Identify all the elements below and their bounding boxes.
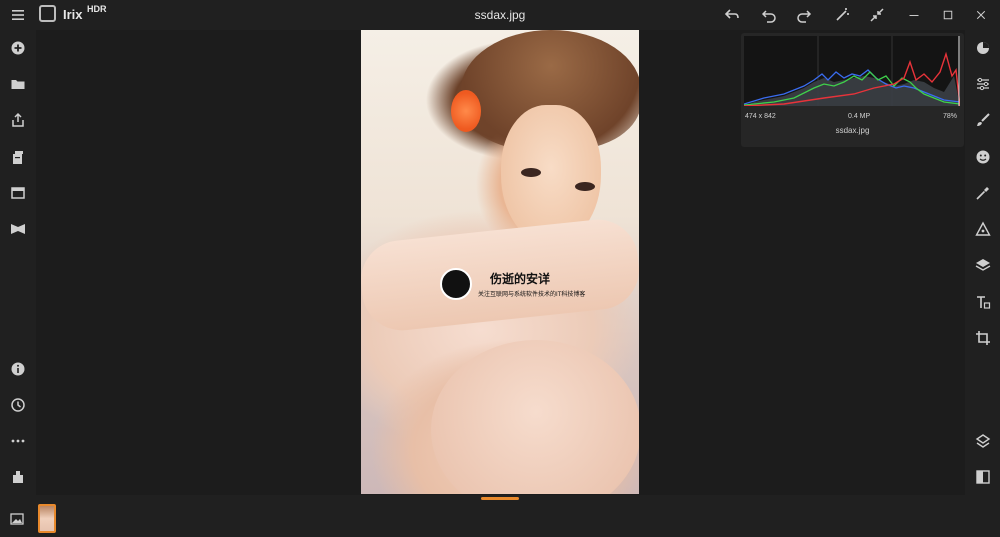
undo-all-icon[interactable] [722,5,742,25]
compare-icon[interactable] [8,219,28,239]
plugin-icon[interactable] [8,467,28,487]
export-icon[interactable] [8,110,28,130]
app-suffix: HDR [87,4,107,14]
magic-wand-icon[interactable] [832,5,852,25]
batch-icon[interactable] [8,147,28,167]
add-icon[interactable] [8,38,28,58]
text-icon[interactable] [973,292,993,312]
left-toolbar [0,30,36,495]
app-name: Irix [63,7,83,22]
menu-icon[interactable] [10,7,26,23]
close-icon[interactable] [971,5,991,25]
history-icon[interactable] [8,395,28,415]
histogram-panel: 474 x 842 0.4 MP 78% ssdax.jpg [741,33,964,147]
image-dimensions: 474 x 842 [745,113,776,120]
layers-icon[interactable] [973,255,993,275]
adjustments-icon[interactable] [973,74,993,94]
folder-icon[interactable] [8,74,28,94]
histogram-graph [744,36,960,106]
image-megapixels: 0.4 MP [848,113,871,120]
image-icon[interactable] [9,511,25,527]
crop-icon[interactable] [973,328,993,348]
watermark-title: 伤逝的安详 [490,272,551,286]
stack-icon[interactable] [973,431,993,451]
redo-icon[interactable] [794,5,814,25]
image-canvas[interactable]: 伤逝的安详 关注互联网与系统软件技术的IT科技博客 474 x 842 0.4 … [36,30,965,495]
title-bar: Irix HDR ssdax.jpg [0,0,1000,30]
watermark-subtitle: 关注互联网与系统软件技术的IT科技博客 [478,292,586,298]
window-icon[interactable] [8,183,28,203]
collapse-icon[interactable] [867,5,887,25]
split-view-icon[interactable] [973,467,993,487]
face-icon[interactable] [973,147,993,167]
watermark: 伤逝的安详 关注互联网与系统软件技术的IT科技博客 [440,268,600,304]
image-filename: ssdax.jpg [835,126,870,135]
right-toolbar [965,30,1000,495]
filmstrip-resize-handle[interactable] [481,497,519,500]
app-logo [39,5,56,22]
triangle-icon[interactable] [973,219,993,239]
eyedropper-icon[interactable] [973,183,993,203]
zoom-level: 78% [942,113,957,120]
brush-icon[interactable] [973,110,993,130]
filmstrip [0,495,1000,537]
more-icon[interactable] [8,431,28,451]
irix-hdr-window: Irix HDR ssdax.jpg 伤逝的安详 关注互联网与系统软件技术的IT… [0,0,1000,537]
info-icon[interactable] [8,359,28,379]
filmstrip-thumbnail[interactable] [38,504,56,533]
maximize-icon[interactable] [938,5,958,25]
presets-icon[interactable] [973,38,993,58]
minimize-icon[interactable] [904,5,924,25]
undo-icon[interactable] [759,5,779,25]
watermark-logo [440,268,472,300]
photo-preview[interactable] [361,30,639,494]
